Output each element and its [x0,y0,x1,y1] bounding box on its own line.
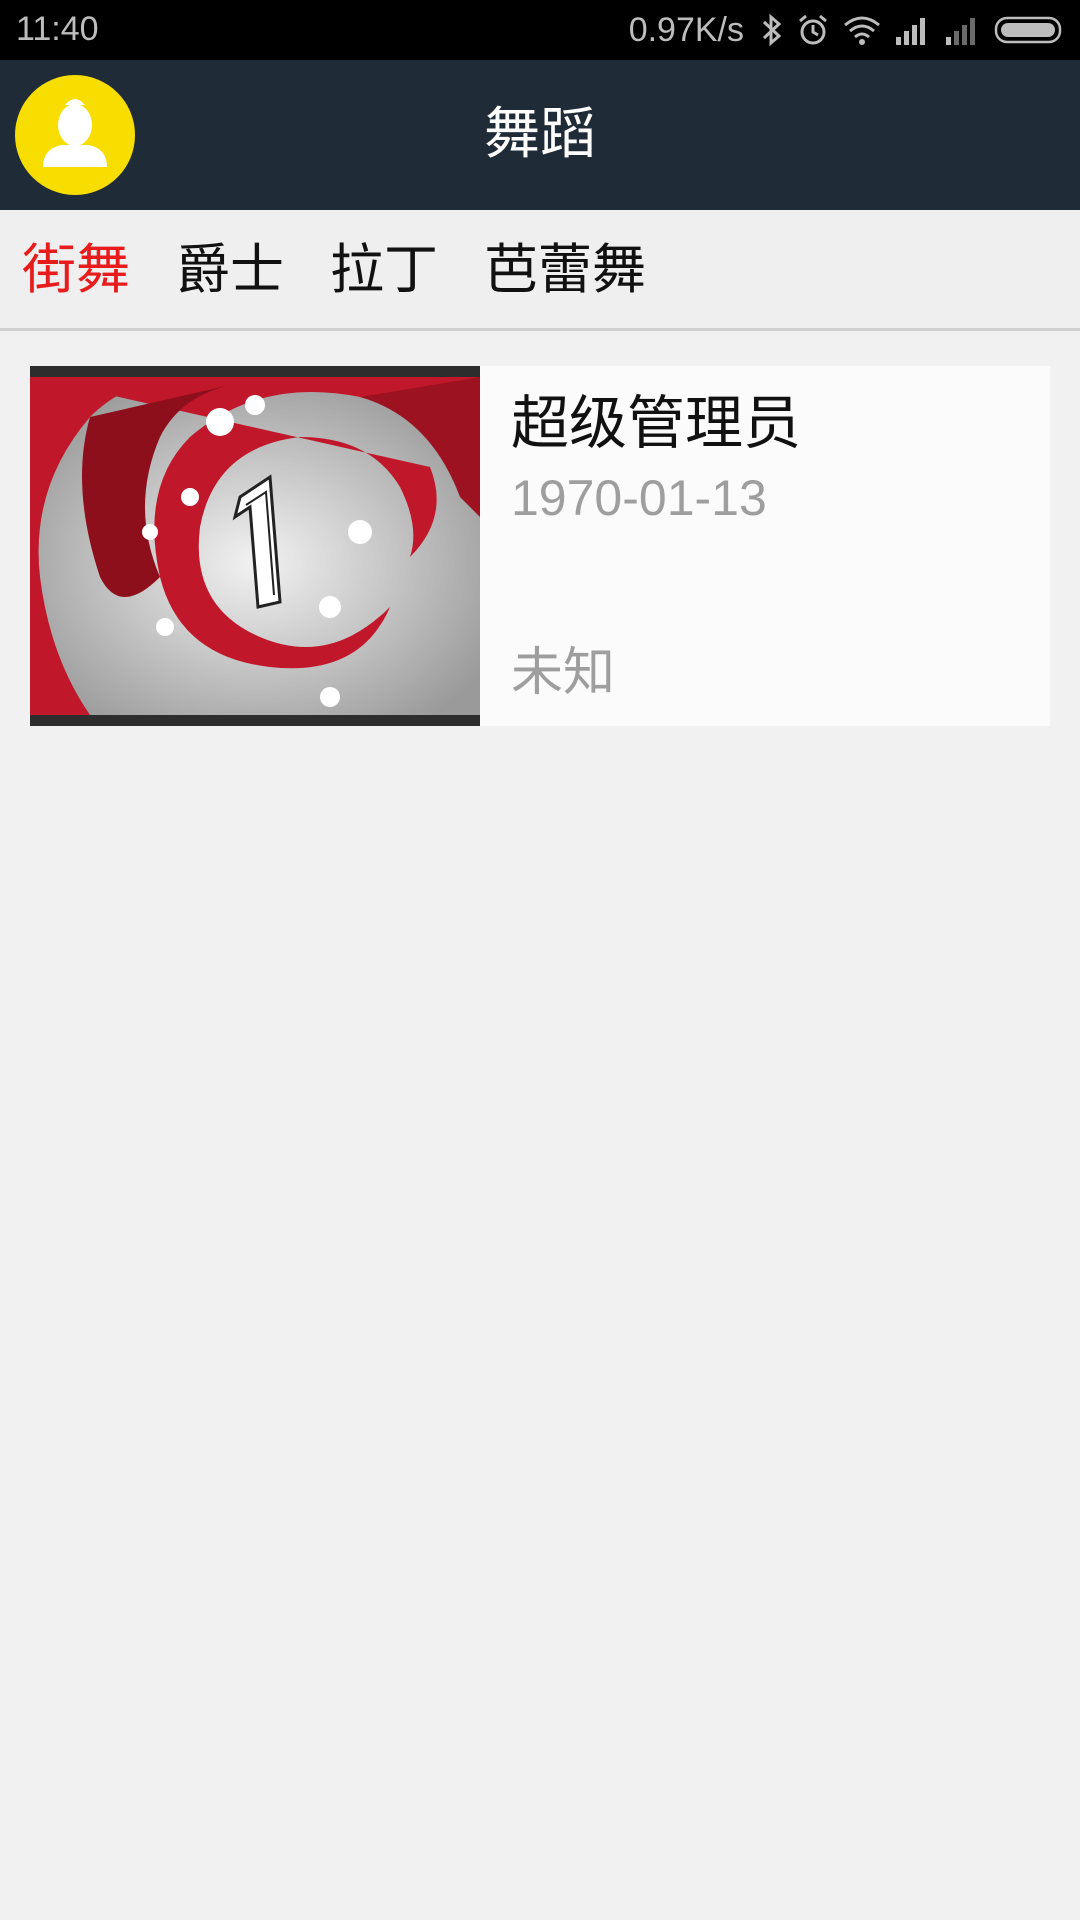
app-header: 舞蹈 [0,60,1080,210]
alarm-icon [796,13,830,47]
tab-hiphop[interactable]: 街舞 [22,238,130,302]
item-title: 超级管理员 [511,389,802,457]
signal-icon [894,15,932,45]
tab-latin[interactable]: 拉丁 [330,238,438,302]
category-tabs: 街舞 爵士 拉丁 芭蕾舞 [0,210,1080,331]
signal-weak-icon [944,15,982,45]
status-time: 11:40 [16,10,99,48]
bluetooth-icon [760,13,784,47]
wifi-icon [842,14,882,46]
network-speed: 0.97K/s [628,10,744,49]
video-thumbnail[interactable] [30,366,480,726]
status-icons: 0.97K/s [629,9,1066,51]
status-bar: 11:40 0.97K/s [0,0,1080,60]
tab-ballet[interactable]: 芭蕾舞 [484,238,646,302]
page-title: 舞蹈 [484,102,596,167]
list-item[interactable]: 超级管理员 1970-01-13 未知 [30,366,1050,726]
tab-jazz[interactable]: 爵士 [176,238,284,302]
item-date: 1970-01-13 [511,470,767,526]
battery-icon [994,15,1066,45]
item-status: 未知 [511,643,616,703]
